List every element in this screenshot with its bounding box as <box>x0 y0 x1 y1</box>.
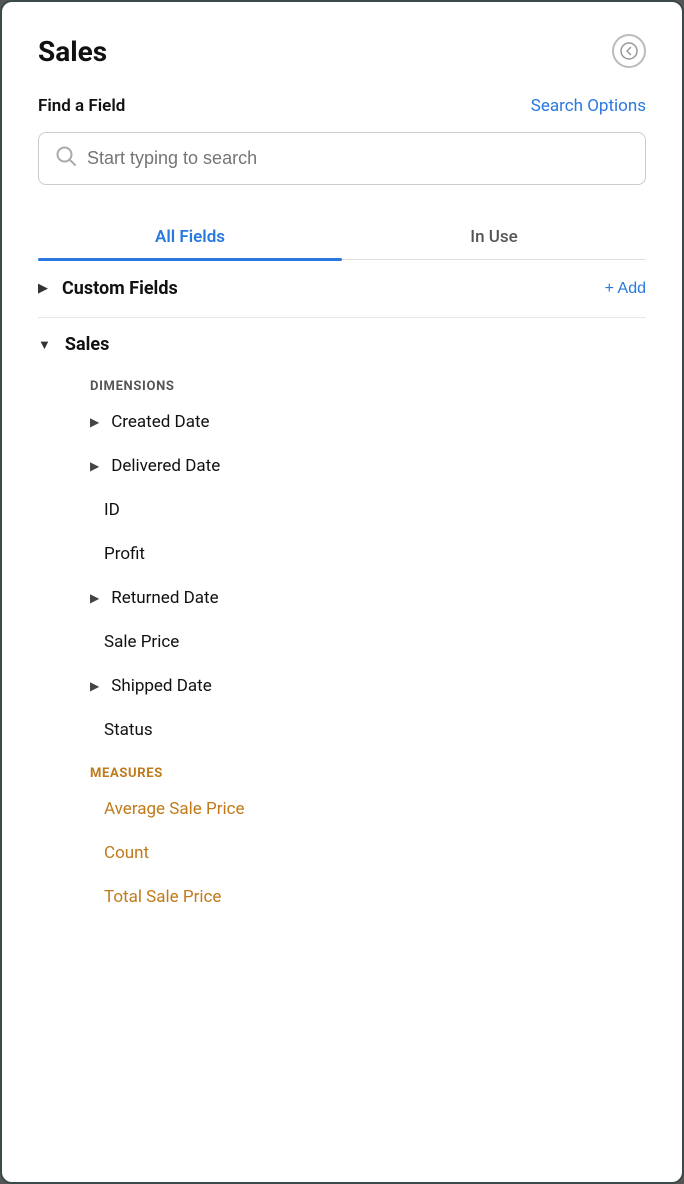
main-panel: Sales Find a Field Search Options <box>0 0 684 1184</box>
sales-collapse-icon[interactable]: ▼ <box>38 337 51 353</box>
field-average-sale-price[interactable]: Average Sale Price <box>38 787 646 831</box>
field-profit[interactable]: Profit <box>38 532 646 576</box>
find-field-row: Find a Field Search Options <box>38 96 646 116</box>
find-field-label: Find a Field <box>38 96 125 116</box>
field-status[interactable]: Status <box>38 708 646 752</box>
measures-label: MEASURES <box>38 752 646 787</box>
add-custom-field-button[interactable]: + Add <box>605 280 646 298</box>
field-sale-price[interactable]: Sale Price <box>38 620 646 664</box>
field-returned-date[interactable]: ▶ Returned Date <box>38 576 646 620</box>
profit-label: Profit <box>104 544 145 564</box>
shipped-date-label: Shipped Date <box>111 676 211 696</box>
back-icon <box>620 42 638 60</box>
created-date-expand-icon: ▶ <box>90 415 99 429</box>
header: Sales <box>38 34 646 68</box>
id-label: ID <box>104 500 120 520</box>
returned-date-label: Returned Date <box>111 588 218 608</box>
field-shipped-date[interactable]: ▶ Shipped Date <box>38 664 646 708</box>
back-button[interactable] <box>612 34 646 68</box>
field-total-sale-price[interactable]: Total Sale Price <box>38 875 646 919</box>
field-id[interactable]: ID <box>38 488 646 532</box>
field-delivered-date[interactable]: ▶ Delivered Date <box>38 444 646 488</box>
delivered-date-expand-icon: ▶ <box>90 459 99 473</box>
field-created-date[interactable]: ▶ Created Date <box>38 400 646 444</box>
delivered-date-label: Delivered Date <box>111 456 220 476</box>
tab-in-use[interactable]: In Use <box>342 213 646 259</box>
status-label: Status <box>104 720 153 740</box>
created-date-label: Created Date <box>111 412 209 432</box>
sales-group-label: Sales <box>65 334 109 355</box>
tab-all-fields[interactable]: All Fields <box>38 213 342 259</box>
custom-fields-label: Custom Fields <box>62 278 605 299</box>
search-input[interactable] <box>87 148 629 169</box>
total-sale-price-label: Total Sale Price <box>104 887 221 907</box>
search-icon <box>55 145 77 172</box>
custom-fields-expand-icon[interactable]: ▶ <box>38 281 48 296</box>
page-title: Sales <box>38 35 107 68</box>
returned-date-expand-icon: ▶ <box>90 591 99 605</box>
sale-price-label: Sale Price <box>104 632 179 652</box>
sales-group-row: ▼ Sales <box>38 318 646 365</box>
tabs-container: All Fields In Use <box>38 213 646 260</box>
average-sale-price-label: Average Sale Price <box>104 799 245 819</box>
field-count[interactable]: Count <box>38 831 646 875</box>
search-options-link[interactable]: Search Options <box>531 96 646 116</box>
custom-fields-section: ▶ Custom Fields + Add <box>38 260 646 318</box>
shipped-date-expand-icon: ▶ <box>90 679 99 693</box>
dimensions-label: DIMENSIONS <box>38 365 646 400</box>
count-label: Count <box>104 843 149 863</box>
search-box <box>38 132 646 185</box>
